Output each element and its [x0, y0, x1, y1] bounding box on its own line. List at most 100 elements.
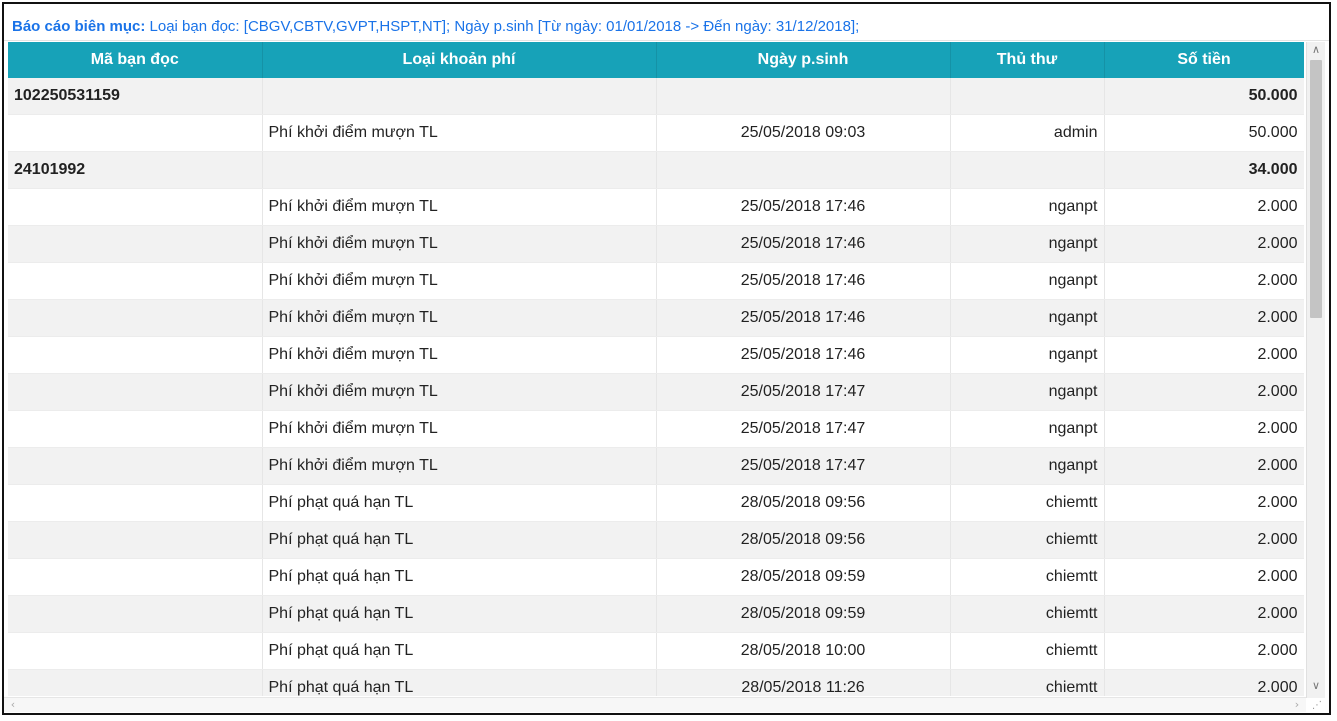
- report-title-criteria: Loại bạn đọc: [CBGV,CBTV,GVPT,HSPT,NT]; …: [149, 18, 860, 35]
- cell-ma-ban-doc: 24101992: [8, 151, 263, 189]
- cell-ma-ban-doc: [8, 447, 263, 485]
- chevron-left-icon[interactable]: ‹: [6, 698, 20, 712]
- table-row[interactable]: Phí phạt quá hạn TL 28/05/2018 11:26 chiem…: [8, 669, 1304, 696]
- table-row[interactable]: Phí khởi điểm mượn TL 25/05/2018 09:03 adm…: [8, 114, 1304, 152]
- cell-loai-khoan-phi: Phí phạt quá hạn TL: [262, 484, 657, 522]
- cell-so-tien: 2.000: [1104, 336, 1304, 374]
- cell-thu-thu: nganpt: [950, 225, 1105, 263]
- group-row[interactable]: 24101992 34.000: [8, 151, 1304, 189]
- cell-ma-ban-doc: [8, 595, 263, 633]
- cell-so-tien: 2.000: [1104, 225, 1304, 263]
- table-row[interactable]: Phí khởi điểm mượn TL 25/05/2018 17:46 nga…: [8, 299, 1304, 337]
- cell-ngay-phat-sinh: 25/05/2018 09:03: [656, 114, 951, 152]
- cell-ngay-phat-sinh: 28/05/2018 09:59: [656, 558, 951, 596]
- cell-ma-ban-doc: [8, 632, 263, 670]
- cell-ma-ban-doc: [8, 373, 263, 411]
- table-row[interactable]: Phí phạt quá hạn TL 28/05/2018 09:56 chiem…: [8, 484, 1304, 522]
- cell-ngay-phat-sinh: 25/05/2018 17:46: [656, 188, 951, 226]
- column-header-thu-thu[interactable]: Thủ thư: [950, 42, 1105, 78]
- cell-ngay-phat-sinh: 28/05/2018 09:56: [656, 521, 951, 559]
- cell-loai-khoan-phi: Phí khởi điểm mượn TL: [262, 262, 657, 300]
- cell-ma-ban-doc: [8, 558, 263, 596]
- cell-so-tien: 50.000: [1104, 114, 1304, 152]
- cell-ma-ban-doc: [8, 114, 263, 152]
- cell-so-tien: 2.000: [1104, 632, 1304, 670]
- report-table-viewport[interactable]: Mã bạn đọc Loại khoản phí Ngày p.sinh Th…: [8, 42, 1304, 696]
- table-row[interactable]: Phí khởi điểm mượn TL 25/05/2018 17:47 nga…: [8, 447, 1304, 485]
- cell-so-tien: 2.000: [1104, 558, 1304, 596]
- cell-so-tien: 2.000: [1104, 373, 1304, 411]
- cell-ngay-phat-sinh: 28/05/2018 09:56: [656, 484, 951, 522]
- cell-thu-thu: chiemtt: [950, 558, 1105, 596]
- report-title-label: Báo cáo biên mục:: [12, 18, 146, 35]
- cell-loai-khoan-phi: [262, 78, 657, 115]
- cell-so-tien: 2.000: [1104, 262, 1304, 300]
- report-title: Báo cáo biên mục: Loại bạn đọc: [CBGV,CB…: [12, 12, 859, 42]
- cell-so-tien: 2.000: [1104, 188, 1304, 226]
- report-table: Mã bạn đọc Loại khoản phí Ngày p.sinh Th…: [8, 42, 1304, 696]
- table-header-row: Mã bạn đọc Loại khoản phí Ngày p.sinh Th…: [8, 42, 1304, 78]
- cell-ma-ban-doc: [8, 669, 263, 696]
- vertical-scrollbar[interactable]: ∧ ∨: [1306, 42, 1325, 698]
- cell-so-tien: 2.000: [1104, 484, 1304, 522]
- cell-thu-thu: chiemtt: [950, 484, 1105, 522]
- cell-ngay-phat-sinh: 25/05/2018 17:46: [656, 262, 951, 300]
- cell-thu-thu: chiemtt: [950, 595, 1105, 633]
- table-row[interactable]: Phí phạt quá hạn TL 28/05/2018 10:00 chiem…: [8, 632, 1304, 670]
- cell-thu-thu: chiemtt: [950, 632, 1105, 670]
- column-header-loai-khoan-phi[interactable]: Loại khoản phí: [262, 42, 657, 78]
- cell-so-tien: 2.000: [1104, 447, 1304, 485]
- table-row[interactable]: Phí phạt quá hạn TL 28/05/2018 09:59 chiem…: [8, 595, 1304, 633]
- column-header-ma-ban-doc[interactable]: Mã bạn đọc: [8, 42, 263, 78]
- table-row[interactable]: Phí khởi điểm mượn TL 25/05/2018 17:47 nga…: [8, 410, 1304, 448]
- cell-thu-thu: chiemtt: [950, 521, 1105, 559]
- chevron-right-icon[interactable]: ›: [1290, 698, 1304, 712]
- table-row[interactable]: Phí khởi điểm mượn TL 25/05/2018 17:46 nga…: [8, 262, 1304, 300]
- resize-grip-icon[interactable]: ⋰: [1310, 699, 1324, 713]
- cell-thu-thu: nganpt: [950, 299, 1105, 337]
- cell-ngay-phat-sinh: [656, 151, 951, 189]
- cell-ngay-phat-sinh: 25/05/2018 17:46: [656, 299, 951, 337]
- cell-thu-thu: nganpt: [950, 262, 1105, 300]
- cell-so-tien: 2.000: [1104, 299, 1304, 337]
- cell-loai-khoan-phi: Phí phạt quá hạn TL: [262, 558, 657, 596]
- cell-ma-ban-doc: 102250531159: [8, 78, 263, 115]
- cell-ngay-phat-sinh: 25/05/2018 17:47: [656, 410, 951, 448]
- table-row[interactable]: Phí khởi điểm mượn TL 25/05/2018 17:46 nga…: [8, 336, 1304, 374]
- table-row[interactable]: Phí khởi điểm mượn TL 25/05/2018 17:46 nga…: [8, 225, 1304, 263]
- cell-ma-ban-doc: [8, 188, 263, 226]
- cell-thu-thu: [950, 151, 1105, 189]
- cell-loai-khoan-phi: Phí phạt quá hạn TL: [262, 632, 657, 670]
- table-row[interactable]: Phí khởi điểm mượn TL 25/05/2018 17:46 nga…: [8, 188, 1304, 226]
- cell-thu-thu: [950, 78, 1105, 115]
- table-row[interactable]: Phí phạt quá hạn TL 28/05/2018 09:56 chiem…: [8, 521, 1304, 559]
- group-row[interactable]: 102250531159 50.000: [8, 78, 1304, 115]
- chevron-down-icon[interactable]: ∨: [1307, 678, 1325, 694]
- table-row[interactable]: Phí phạt quá hạn TL 28/05/2018 09:59 chiem…: [8, 558, 1304, 596]
- scrollbar-thumb[interactable]: [1310, 60, 1322, 318]
- cell-loai-khoan-phi: Phí khởi điểm mượn TL: [262, 336, 657, 374]
- cell-so-tien: 50.000: [1104, 78, 1304, 115]
- cell-ma-ban-doc: [8, 336, 263, 374]
- cell-ngay-phat-sinh: 28/05/2018 09:59: [656, 595, 951, 633]
- table-body: 102250531159 50.000 Phí khởi điểm mượn TL 2…: [8, 78, 1304, 696]
- cell-loai-khoan-phi: Phí phạt quá hạn TL: [262, 669, 657, 696]
- cell-loai-khoan-phi: Phí khởi điểm mượn TL: [262, 447, 657, 485]
- cell-thu-thu: nganpt: [950, 336, 1105, 374]
- column-header-ngay-phat-sinh[interactable]: Ngày p.sinh: [656, 42, 951, 78]
- cell-ma-ban-doc: [8, 225, 263, 263]
- divider: [4, 40, 1329, 41]
- cell-loai-khoan-phi: Phí khởi điểm mượn TL: [262, 188, 657, 226]
- cell-loai-khoan-phi: Phí khởi điểm mượn TL: [262, 410, 657, 448]
- cell-ngay-phat-sinh: 25/05/2018 17:46: [656, 225, 951, 263]
- chevron-up-icon[interactable]: ∧: [1307, 42, 1325, 58]
- cell-ngay-phat-sinh: 25/05/2018 17:47: [656, 447, 951, 485]
- cell-so-tien: 34.000: [1104, 151, 1304, 189]
- table-row[interactable]: Phí khởi điểm mượn TL 25/05/2018 17:47 nga…: [8, 373, 1304, 411]
- cell-so-tien: 2.000: [1104, 595, 1304, 633]
- column-header-so-tien[interactable]: Số tiền: [1104, 42, 1304, 78]
- cell-ngay-phat-sinh: 28/05/2018 10:00: [656, 632, 951, 670]
- horizontal-scrollbar[interactable]: ‹ ›: [4, 697, 1306, 712]
- cell-ma-ban-doc: [8, 299, 263, 337]
- cell-thu-thu: nganpt: [950, 373, 1105, 411]
